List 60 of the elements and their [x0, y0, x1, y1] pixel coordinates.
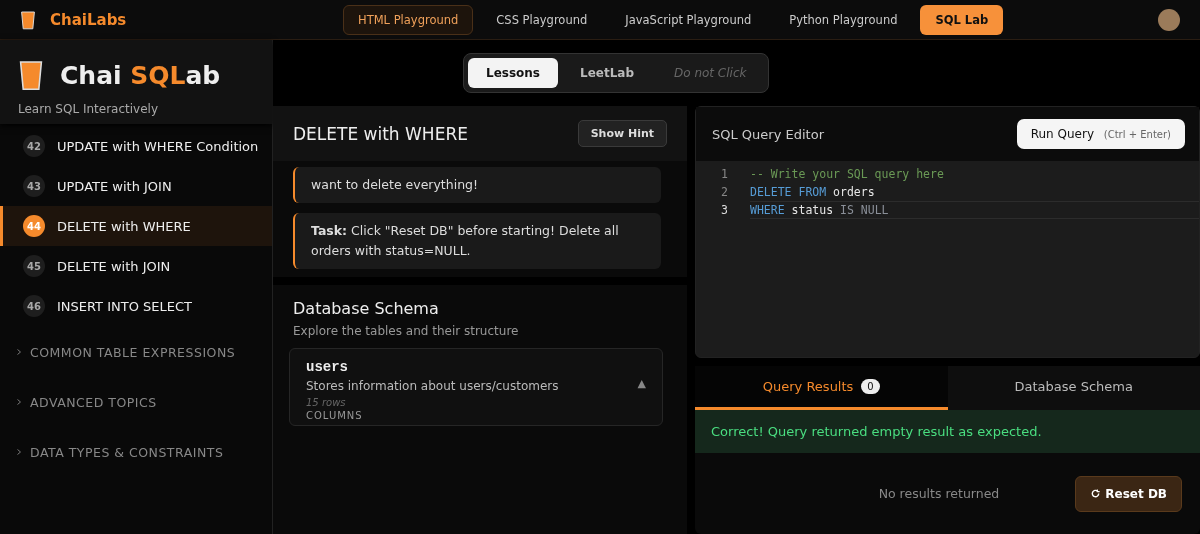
- cup-logo-icon: [18, 58, 44, 92]
- reset-db-button[interactable]: Reset DB: [1075, 475, 1182, 512]
- brand-name[interactable]: ChaiLabs: [50, 10, 127, 29]
- app-title: Chai SQLab: [60, 60, 221, 90]
- lesson-title: DELETE with WHERE: [57, 218, 191, 234]
- columns-heading: COLUMNS: [306, 410, 364, 421]
- lesson-number: 42: [23, 135, 45, 157]
- collapse-toggle[interactable]: ▲: [637, 377, 646, 390]
- cup-logo-icon: [20, 8, 36, 31]
- tab-label: Database Schema: [1014, 379, 1133, 394]
- section-heading[interactable]: DATA TYPES & CONSTRAINTS: [30, 444, 224, 460]
- lesson-note: Task: Click "Reset DB" before starting! Delete all orders with status=NULL.: [293, 213, 661, 269]
- empty-state-text: No results returned: [878, 486, 1000, 501]
- lesson-number: 44: [23, 215, 45, 237]
- table-description: Stores information about users/customers: [306, 379, 559, 393]
- row-count: 15 rows: [306, 397, 347, 408]
- code-line: DELETE FROM orders: [750, 184, 876, 200]
- schema-subtitle: Explore the tables and their structure: [293, 324, 520, 338]
- lesson-title: UPDATE with WHERE Condition: [57, 138, 259, 154]
- schema-heading: Database Schema: [293, 299, 440, 318]
- lesson-title: DELETE with JOIN: [57, 258, 171, 274]
- editor-title: SQL Query Editor: [712, 126, 824, 142]
- tab-label: Query Results: [762, 379, 854, 394]
- table-name: users: [306, 359, 349, 375]
- code-line: WHERE status IS NULL: [750, 201, 1199, 219]
- lesson-heading: DELETE with WHERE: [293, 123, 468, 144]
- nav-tab[interactable]: SQL Lab: [920, 4, 1004, 35]
- section-heading[interactable]: COMMON TABLE EXPRESSIONS: [30, 344, 236, 360]
- mode-tab[interactable]: Lessons: [468, 58, 558, 88]
- show-hint-button[interactable]: Show Hint: [577, 120, 667, 147]
- code-line: -- Write your SQL query here: [750, 166, 945, 182]
- run-query-button[interactable]: Run Query (Ctrl + Enter): [1016, 119, 1185, 149]
- code-editor[interactable]: 1 -- Write your SQL query here 2 DELETE FROM orders 3 WHERE status IS NULL: [696, 161, 1199, 223]
- count-badge: 0: [861, 379, 880, 394]
- success-message: Correct! Query returned empty result as expected.: [695, 410, 1200, 453]
- avatar-icon[interactable]: [1158, 8, 1180, 31]
- nav-tab[interactable]: HTML Playground: [343, 4, 474, 35]
- line-number: 1: [720, 167, 729, 181]
- section-heading[interactable]: ADVANCED TOPICS: [30, 394, 157, 410]
- lesson-number: 43: [23, 175, 45, 197]
- nav-tab[interactable]: CSS Playground: [481, 4, 603, 35]
- lesson-item[interactable]: 46 INSERT INTO SELECT: [0, 286, 272, 326]
- lesson-item[interactable]: 42 UPDATE with WHERE Condition: [0, 126, 272, 166]
- mode-tab[interactable]: LeetLab: [562, 58, 652, 88]
- results-tab[interactable]: Query Results 0: [695, 366, 948, 410]
- line-number: 2: [720, 185, 729, 199]
- lesson-number: 45: [23, 255, 45, 277]
- lesson-title: UPDATE with JOIN: [57, 178, 172, 194]
- lesson-item[interactable]: 44 DELETE with WHERE: [0, 206, 272, 246]
- lesson-note: want to delete everything!: [293, 167, 661, 203]
- lesson-item[interactable]: 45 DELETE with JOIN: [0, 246, 272, 286]
- app-subtitle: Learn SQL Interactively: [18, 102, 159, 116]
- refresh-icon: [1090, 488, 1102, 499]
- nav-tab[interactable]: Python Playground: [774, 4, 913, 35]
- results-tab[interactable]: Database Schema: [947, 366, 1200, 410]
- nav-tab[interactable]: JavaScript Playground: [610, 4, 767, 35]
- lesson-title: INSERT INTO SELECT: [57, 298, 192, 314]
- lesson-number: 46: [23, 295, 45, 317]
- lesson-item[interactable]: 43 UPDATE with JOIN: [0, 166, 272, 206]
- line-number: 3: [720, 203, 729, 217]
